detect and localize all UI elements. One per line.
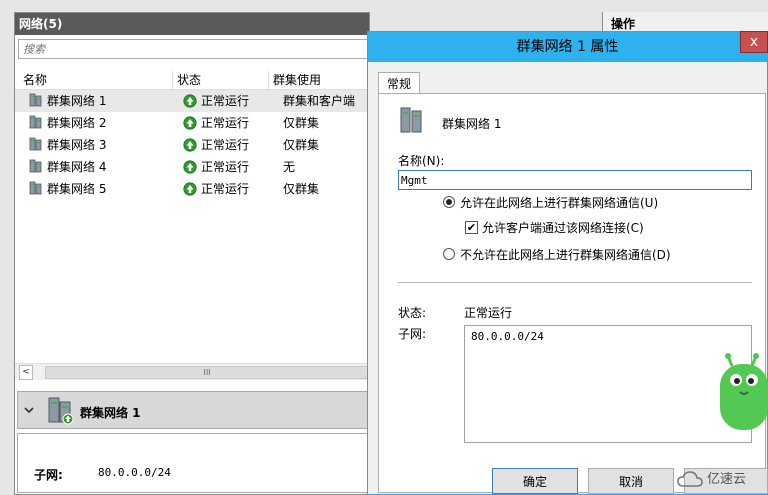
- subnet-item: 80.0.0.0/24: [471, 330, 544, 343]
- cancel-button[interactable]: 取消: [588, 468, 674, 494]
- network-name-heading: 群集网络 1: [442, 117, 502, 131]
- status-label: 状态:: [398, 306, 427, 320]
- status-value: 正常运行: [464, 306, 513, 320]
- server-icon: [29, 93, 42, 107]
- detail-header[interactable]: 群集网络 1: [17, 391, 369, 429]
- checkbox-allow-clients-label[interactable]: 允许客户端通过该网络连接(C): [482, 219, 644, 236]
- row-name-cell: 群集网络 2: [29, 112, 106, 134]
- search-box[interactable]: [18, 39, 368, 59]
- properties-dialog: 群集网络 1 属性 x 常规 群集网络 1 名称(N): 允许在此网络上进行群集…: [367, 31, 768, 495]
- network-status: 正常运行: [201, 160, 250, 174]
- detail-subnet-label: 子网:: [34, 468, 63, 482]
- network-status: 正常运行: [201, 182, 250, 196]
- radio-disallow[interactable]: [443, 248, 455, 260]
- network-usage: 仅群集: [283, 138, 320, 152]
- network-status: 正常运行: [201, 138, 250, 152]
- chevron-down-icon[interactable]: [24, 405, 34, 415]
- column-header-name[interactable]: 名称: [19, 71, 173, 89]
- server-icon: [29, 115, 42, 129]
- network-name: 群集网络 3: [47, 138, 107, 152]
- network-usage: 无: [283, 160, 296, 174]
- detail-title: 群集网络 1: [80, 406, 141, 420]
- subnet-list[interactable]: 80.0.0.0/24: [464, 325, 752, 443]
- detail-subnet-value: 80.0.0.0/24: [98, 466, 171, 479]
- watermark: 亿速云: [677, 468, 767, 492]
- column-header-usage[interactable]: 群集使用: [269, 71, 369, 89]
- name-field[interactable]: [398, 170, 752, 190]
- horizontal-scrollbar[interactable]: < III: [15, 363, 369, 380]
- row-name-cell: 群集网络 3: [29, 134, 106, 156]
- network-name: 群集网络 4: [47, 160, 107, 174]
- server-icon: [48, 397, 74, 425]
- table-row[interactable]: 群集网络 2 正常运行 仅群集: [15, 112, 369, 134]
- divider: [398, 282, 752, 283]
- close-button[interactable]: x: [740, 31, 768, 53]
- row-name-cell: 群集网络 5: [29, 178, 106, 200]
- networks-header: 网络(5): [15, 13, 369, 35]
- row-status-cell: 正常运行: [183, 156, 249, 178]
- radio-allow[interactable]: [443, 196, 455, 208]
- column-header-status[interactable]: 状态: [173, 71, 269, 89]
- name-input[interactable]: [399, 171, 751, 189]
- status-ok-icon: [183, 160, 197, 174]
- row-name-cell: 群集网络 1: [29, 90, 106, 112]
- row-status-cell: 正常运行: [183, 90, 249, 112]
- table-row[interactable]: 群集网络 4 正常运行 无: [15, 156, 369, 178]
- row-status-cell: 正常运行: [183, 112, 249, 134]
- detail-content: 子网: 80.0.0.0/24: [17, 433, 369, 493]
- server-icon: [29, 159, 42, 173]
- table-row[interactable]: 群集网络 1 正常运行 群集和客户端: [15, 90, 369, 112]
- radio-disallow-label[interactable]: 不允许在此网络上进行群集网络通信(D): [460, 246, 671, 263]
- networks-pane: 网络(5) 名称 状态 群集使用 群集网络 1 正常运行 群集和客户端 群集网络…: [14, 12, 370, 495]
- row-name-cell: 群集网络 4: [29, 156, 106, 178]
- watermark-text: 亿速云: [707, 472, 747, 487]
- search-input[interactable]: [19, 40, 367, 58]
- status-ok-icon: [183, 182, 197, 196]
- network-usage: 仅群集: [283, 182, 320, 196]
- radio-allow-label[interactable]: 允许在此网络上进行群集网络通信(U): [460, 194, 658, 211]
- server-icon: [29, 137, 42, 151]
- ok-button[interactable]: 确定: [492, 468, 578, 494]
- table-row[interactable]: 群集网络 3 正常运行 仅群集: [15, 134, 369, 156]
- network-status: 正常运行: [201, 116, 250, 130]
- column-headers: 名称 状态 群集使用: [15, 71, 369, 90]
- tab-general[interactable]: 常规: [378, 72, 420, 95]
- table-row[interactable]: 群集网络 5 正常运行 仅群集: [15, 178, 369, 200]
- cloud-logo-icon: [677, 471, 703, 487]
- network-status: 正常运行: [201, 94, 250, 108]
- network-name: 群集网络 1: [47, 94, 107, 108]
- row-status-cell: 正常运行: [183, 134, 249, 156]
- mascot-icon: [720, 353, 768, 430]
- name-label: 名称(N):: [398, 154, 445, 168]
- network-name: 群集网络 2: [47, 116, 107, 130]
- network-usage: 仅群集: [283, 116, 320, 130]
- status-ok-icon: [183, 116, 197, 130]
- scroll-thumb[interactable]: III: [45, 366, 369, 379]
- network-usage: 群集和客户端: [283, 94, 356, 108]
- status-ok-icon: [183, 94, 197, 108]
- server-icon: [400, 107, 422, 133]
- status-ok-icon: [183, 138, 197, 152]
- scroll-left-button[interactable]: <: [19, 365, 33, 380]
- subnet-label: 子网:: [398, 327, 427, 341]
- dialog-title: 群集网络 1 属性: [368, 32, 767, 62]
- checkbox-allow-clients[interactable]: ✔: [465, 221, 478, 234]
- network-name: 群集网络 5: [47, 182, 107, 196]
- row-status-cell: 正常运行: [183, 178, 249, 200]
- server-icon: [29, 181, 42, 195]
